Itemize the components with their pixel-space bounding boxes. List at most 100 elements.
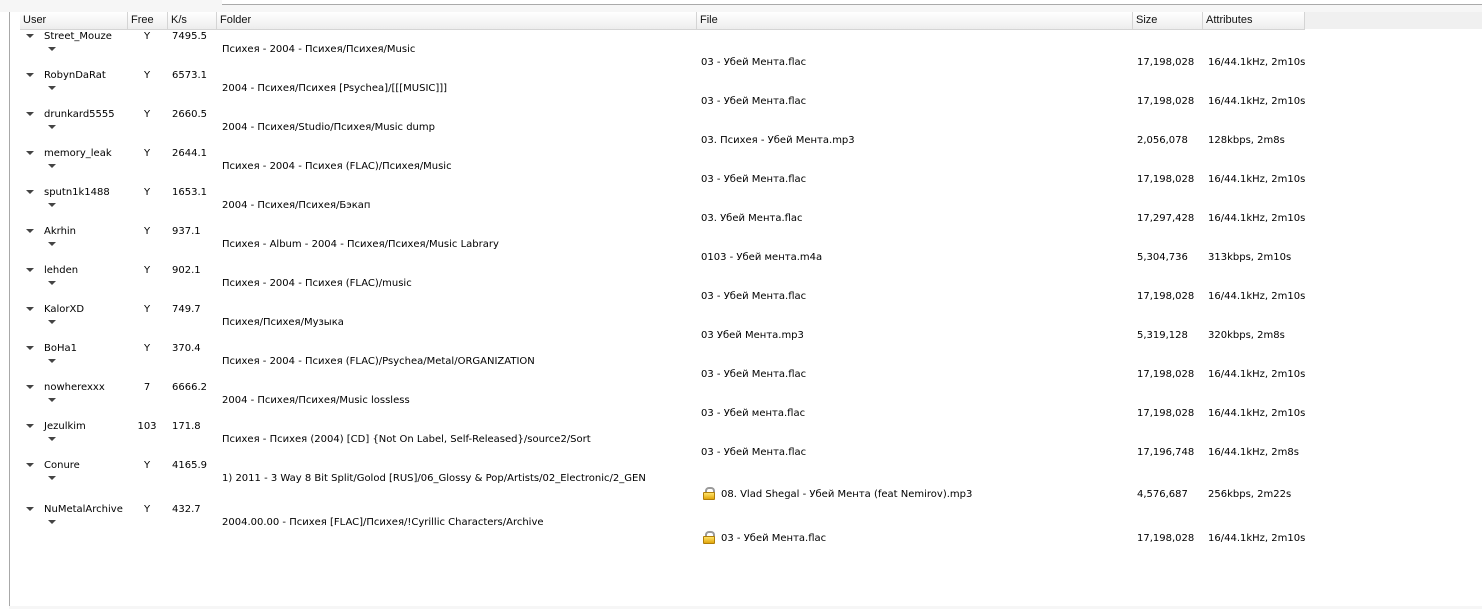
folder-cell: 2004 - Психея/Studio/Психея/Music dump: [222, 122, 435, 133]
size-cell: 17,198,028: [1137, 533, 1195, 544]
speed-cell: 4165.9: [172, 460, 207, 471]
collapse-user-chevron-icon[interactable]: [26, 307, 34, 311]
size-cell: 2,056,078: [1137, 135, 1188, 146]
collapse-folder-chevron-icon[interactable]: [48, 437, 56, 441]
top-toolbar-strip: [0, 0, 1482, 12]
folder-cell: Психея/Психея/Музыка: [222, 317, 344, 328]
collapse-folder-chevron-icon[interactable]: [48, 359, 56, 363]
collapse-user-chevron-icon[interactable]: [26, 507, 34, 511]
filter-field[interactable]: [222, 0, 1482, 5]
collapse-user-chevron-icon[interactable]: [26, 385, 34, 389]
results-table-header: User Free K/s Folder File Size Attribute…: [20, 12, 1305, 30]
folder-cell: Психея - 2004 - Психея/Психея/Music: [222, 44, 416, 55]
attributes-cell: 16/44.1kHz, 2m10s: [1208, 174, 1306, 185]
collapse-user-chevron-icon[interactable]: [26, 346, 34, 350]
collapse-user-chevron-icon[interactable]: [26, 229, 34, 233]
table-row[interactable]: Conure Y 4165.9 1) 2011 - 3 Way 8 Bit Split…: [20, 459, 1305, 502]
table-row[interactable]: lehden Y 902.1 Психея - 2004 - Психея (FLAC…: [20, 264, 1305, 303]
column-header-folder[interactable]: Folder: [217, 12, 697, 29]
folder-cell: 2004 - Психея/Психея/Music lossless: [222, 395, 410, 406]
file-cell: 03 - Убей Мента.flac: [701, 291, 807, 302]
column-header-attributes[interactable]: Attributes: [1203, 12, 1305, 29]
speed-cell: 937.1: [172, 226, 201, 237]
free-cell: Y: [143, 187, 151, 198]
folder-cell: Психея - 2004 - Психея (FLAC)/Психея/Mus…: [222, 161, 452, 172]
collapse-folder-chevron-icon[interactable]: [48, 47, 56, 51]
collapse-folder-chevron-icon[interactable]: [48, 203, 56, 207]
collapse-folder-chevron-icon[interactable]: [48, 164, 56, 168]
speed-cell: 2644.1: [172, 148, 207, 159]
user-cell: nowherexxx: [44, 382, 105, 393]
size-cell: 17,196,748: [1137, 447, 1195, 458]
table-row[interactable]: RobynDaRat Y 6573.1 2004 - Психея/Психея [P…: [20, 69, 1305, 108]
column-header-size[interactable]: Size: [1133, 12, 1203, 29]
attributes-cell: 16/44.1kHz, 2m10s: [1208, 533, 1306, 544]
folder-cell: 2004.00.00 - Психея [FLAC]/Психея/!Cyril…: [222, 517, 544, 528]
user-cell: Conure: [44, 460, 80, 471]
user-cell: Akrhin: [44, 226, 77, 237]
table-row[interactable]: nowherexxx 7 6666.2 2004 - Психея/Психея/Mu…: [20, 381, 1305, 420]
file-cell: 03. Психея - Убей Мента.mp3: [701, 135, 855, 146]
collapse-user-chevron-icon[interactable]: [26, 34, 34, 38]
folder-cell: Психея - Album - 2004 - Психея/Психея/Mu…: [222, 239, 499, 250]
collapse-folder-chevron-icon[interactable]: [48, 125, 56, 129]
table-row[interactable]: Akrhin Y 937.1 Психея - Album - 2004 - Псих…: [20, 225, 1305, 264]
free-cell: Y: [143, 70, 151, 81]
collapse-folder-chevron-icon[interactable]: [48, 520, 56, 524]
collapse-user-chevron-icon[interactable]: [26, 112, 34, 116]
free-cell: Y: [143, 343, 151, 354]
table-row[interactable]: memory_leak Y 2644.1 Психея - 2004 - Психея…: [20, 147, 1305, 186]
attributes-cell: 16/44.1kHz, 2m10s: [1208, 57, 1306, 68]
collapse-folder-chevron-icon[interactable]: [48, 320, 56, 324]
column-header-free[interactable]: Free: [128, 12, 168, 29]
size-cell: 17,198,028: [1137, 291, 1195, 302]
free-cell: 7: [143, 382, 151, 393]
speed-cell: 370.4: [172, 343, 201, 354]
free-cell: Y: [143, 148, 151, 159]
free-cell: 103: [137, 421, 157, 432]
collapse-folder-chevron-icon[interactable]: [48, 281, 56, 285]
size-cell: 17,198,028: [1137, 96, 1195, 107]
file-cell: 03 - Убей мента.flac: [701, 408, 806, 419]
user-cell: Jezulkim: [44, 421, 86, 432]
table-row[interactable]: Jezulkim 103 171.8 Психея - Психея (2004) […: [20, 420, 1305, 459]
table-row[interactable]: drunkard5555 Y 2660.5 2004 - Психея/Studio/…: [20, 108, 1305, 147]
file-cell: 03 - Убей Мента.flac: [701, 96, 807, 107]
results-table: Street_Mouze Y 7495.5 Психея - 2004 - Психе…: [20, 30, 1305, 606]
attributes-cell: 313kbps, 2m10s: [1208, 252, 1292, 263]
size-cell: 17,198,028: [1137, 57, 1195, 68]
speed-cell: 6666.2: [172, 382, 207, 393]
column-header-file[interactable]: File: [697, 12, 1133, 29]
collapse-folder-chevron-icon[interactable]: [48, 86, 56, 90]
collapse-folder-chevron-icon[interactable]: [48, 476, 56, 480]
free-cell: Y: [143, 265, 151, 276]
collapse-user-chevron-icon[interactable]: [26, 73, 34, 77]
panel-left-border: [9, 12, 10, 609]
table-row[interactable]: Street_Mouze Y 7495.5 Психея - 2004 - Психе…: [20, 30, 1305, 69]
table-row[interactable]: sputn1k1488 Y 1653.1 2004 - Психея/Психея/Б…: [20, 186, 1305, 225]
file-cell: 03 Убей Мента.mp3: [701, 330, 804, 341]
collapse-user-chevron-icon[interactable]: [26, 190, 34, 194]
speed-cell: 2660.5: [172, 109, 207, 120]
collapse-user-chevron-icon[interactable]: [26, 268, 34, 272]
speed-cell: 171.8: [172, 421, 201, 432]
collapse-user-chevron-icon[interactable]: [26, 463, 34, 467]
collapse-folder-chevron-icon[interactable]: [48, 242, 56, 246]
collapse-user-chevron-icon[interactable]: [26, 151, 34, 155]
table-row[interactable]: BoHa1 Y 370.4 Психея - 2004 - Психея (FLAC)…: [20, 342, 1305, 381]
size-cell: 17,297,428: [1137, 213, 1195, 224]
folder-cell: Психея - 2004 - Психея (FLAC)/Psychea/Me…: [222, 356, 535, 367]
user-cell: Street_Mouze: [44, 31, 112, 42]
collapse-user-chevron-icon[interactable]: [26, 424, 34, 428]
file-cell: 08. Vlad Shegal - Убей Мента (feat Nemir…: [721, 489, 973, 500]
collapse-folder-chevron-icon[interactable]: [48, 398, 56, 402]
table-row[interactable]: NuMetalArchive Y 432.7 2004.00.00 - Психея …: [20, 503, 1305, 546]
user-cell: lehden: [44, 265, 79, 276]
free-cell: Y: [143, 504, 151, 515]
table-row[interactable]: KalorXD Y 749.7 Психея/Психея/Музыка 03 Убей…: [20, 303, 1305, 342]
size-cell: 17,198,028: [1137, 369, 1195, 380]
column-header-speed[interactable]: K/s: [168, 12, 217, 29]
attributes-cell: 16/44.1kHz, 2m10s: [1208, 408, 1306, 419]
column-header-user[interactable]: User: [20, 12, 128, 29]
user-cell: BoHa1: [44, 343, 77, 354]
